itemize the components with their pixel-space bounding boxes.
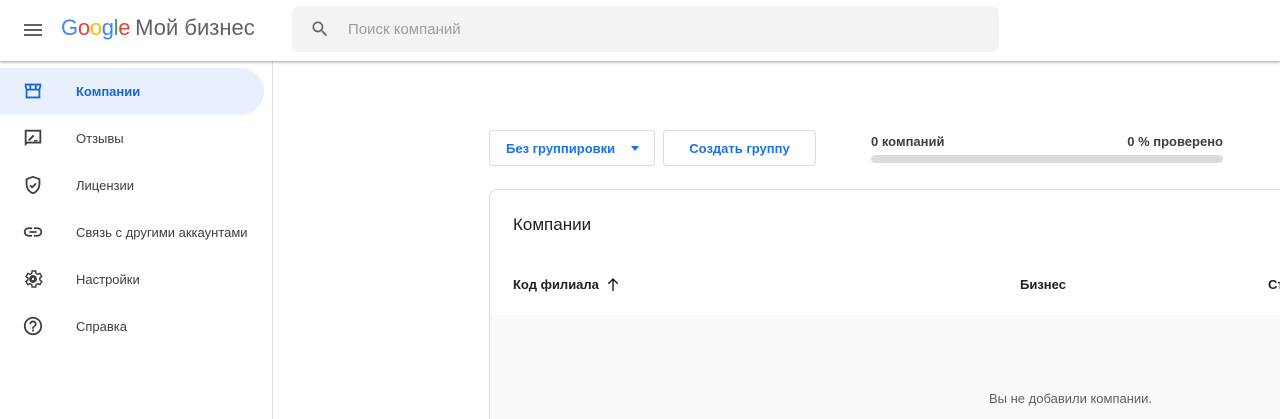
sidebar-item-label: Справка [76, 319, 127, 334]
column-header-label: Код филиала [513, 277, 599, 292]
gear-icon [22, 268, 44, 290]
sidebar-item-linked-accounts[interactable]: Связь с другими аккаунтами [0, 209, 264, 256]
sidebar-item-label: Компании [76, 84, 141, 99]
grouping-selected-value: Без группировки [506, 140, 616, 156]
column-header-business[interactable]: Бизнес [1020, 277, 1066, 292]
hamburger-menu-icon[interactable] [21, 18, 45, 42]
sidebar-item-label: Настройки [76, 272, 140, 287]
create-group-button[interactable]: Создать группу [663, 130, 816, 166]
verification-progress-bar [871, 155, 1223, 163]
google-wordmark: Google [61, 15, 131, 40]
sidebar-item-help[interactable]: Справка [0, 303, 264, 350]
arrow-up-icon [607, 278, 619, 291]
sidebar-item-label: Отзывы [76, 131, 124, 146]
empty-message: Вы не добавили компании. [989, 391, 1153, 406]
shield-check-icon [22, 174, 44, 196]
search-input[interactable] [348, 6, 968, 52]
sidebar-item-label: Связь с другими аккаунтами [76, 225, 248, 240]
column-header-status[interactable]: Ст [1268, 277, 1280, 292]
sidebar-item-label: Лицензии [76, 178, 134, 193]
companies-card: Компании Код филиала Бизнес Ст Вы не доб… [489, 189, 1280, 419]
search-icon[interactable] [310, 19, 330, 39]
card-title: Компании [513, 215, 592, 234]
link-icon [22, 221, 44, 243]
sidebar-item-settings[interactable]: Настройки [0, 256, 264, 303]
search-bar[interactable] [292, 6, 999, 52]
review-icon [22, 127, 44, 149]
column-header-branch-code[interactable]: Код филиала [513, 277, 619, 292]
sidebar: Компании Отзывы Лицензии Связь с другими… [0, 61, 273, 419]
company-count: 0 компаний [871, 134, 945, 149]
empty-state: Вы не добавили компании. [490, 315, 1280, 419]
product-name: Мой бизнес [135, 15, 255, 40]
app-header: Google Мой бизнес [0, 0, 1280, 61]
product-logo[interactable]: Google Мой бизнес [61, 15, 255, 45]
help-icon [22, 315, 44, 337]
sidebar-item-companies[interactable]: Компании [0, 68, 264, 115]
verified-percentage: 0 % проверено [1127, 134, 1223, 149]
sidebar-item-licenses[interactable]: Лицензии [0, 162, 264, 209]
caret-down-icon [631, 146, 639, 151]
sidebar-item-reviews[interactable]: Отзывы [0, 115, 264, 162]
grouping-dropdown[interactable]: Без группировки [489, 130, 655, 166]
storefront-icon [22, 80, 44, 102]
